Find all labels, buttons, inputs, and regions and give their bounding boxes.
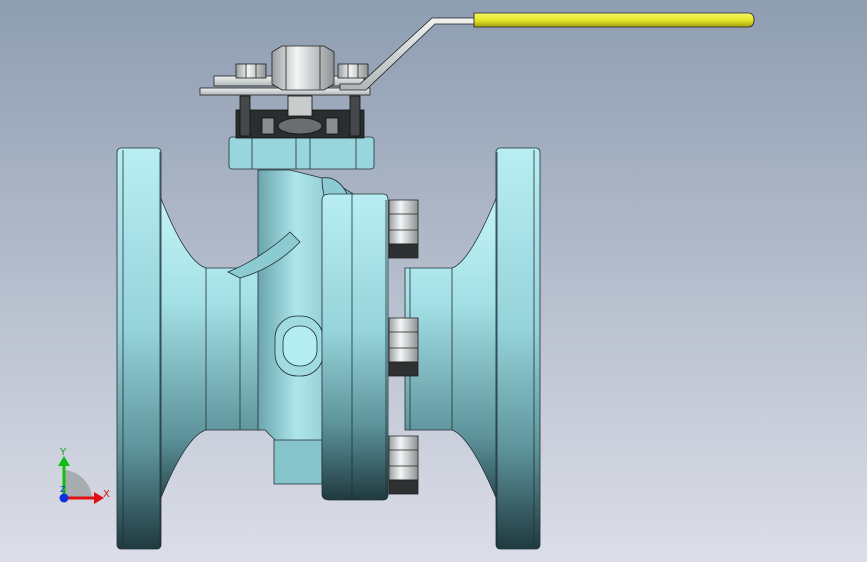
left-flange[interactable] xyxy=(116,147,162,550)
cad-3d-viewport[interactable]: Y X Z xyxy=(0,0,867,562)
right-flange[interactable] xyxy=(495,147,541,550)
body-end-cap[interactable] xyxy=(321,193,389,501)
triad-z-axis xyxy=(59,493,69,503)
cap-bolt-middle xyxy=(388,317,419,377)
valve-bonnet[interactable] xyxy=(228,136,375,170)
cap-bolts[interactable] xyxy=(388,199,419,495)
cap-bolt-top xyxy=(388,199,419,259)
stem-hex-nut xyxy=(271,45,335,91)
cap-bolt-bottom xyxy=(388,435,419,495)
triad-x-label: X xyxy=(103,489,110,500)
plate-nut-left xyxy=(235,63,267,79)
handle-grip xyxy=(473,12,755,28)
plate-nut-right xyxy=(337,63,369,79)
triad-y-label: Y xyxy=(59,447,67,458)
ball-valve-model[interactable]: Y X Z xyxy=(0,0,867,562)
triad-z-label: Z xyxy=(60,485,66,494)
